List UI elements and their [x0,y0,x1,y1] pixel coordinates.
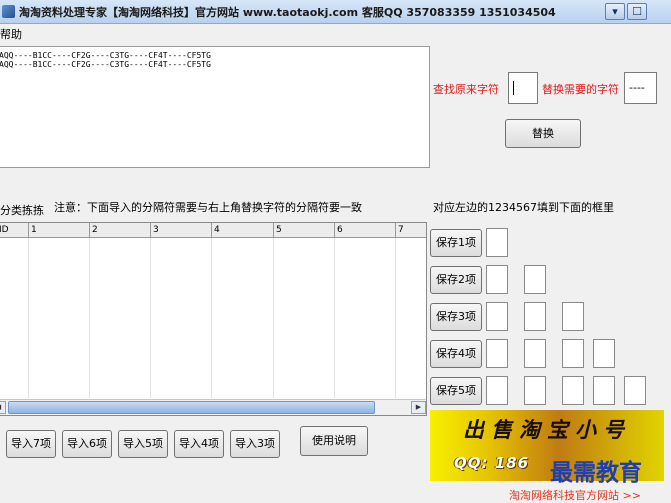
save-3-field-2[interactable] [524,302,546,331]
menu-help[interactable]: 帮助 [0,26,22,42]
grid-line [150,238,151,398]
replace-label: 替换需要的字符 [542,83,619,96]
column-header[interactable]: 6 [335,223,396,238]
import-3-button[interactable]: 导入3项 [230,430,280,458]
save-4-field-2[interactable] [524,339,546,368]
save-4-field-1[interactable] [486,339,508,368]
grid-line [273,238,274,398]
grid-line [395,238,396,398]
save-5-field-1[interactable] [486,376,508,405]
import-5-button[interactable]: 导入5项 [118,430,168,458]
title-bar: 淘淘资料处理专家【淘淘网络科技】官方网站 www.taotaokj.com 客服… [0,0,671,24]
grid-line [211,238,212,398]
app-icon [2,5,15,18]
column-header[interactable]: 3 [151,223,212,238]
column-header[interactable]: 5 [274,223,335,238]
column-header[interactable]: 1 [29,223,90,238]
find-label: 查找原来字符 [433,83,499,96]
data-grid[interactable]: ID 1 2 3 4 5 6 7 ◀ ▶ [0,222,427,416]
grid-line [28,238,29,398]
column-header[interactable]: 7 [396,223,426,238]
minimize-button[interactable]: ▾ [605,3,625,20]
import-4-button[interactable]: 导入4项 [174,430,224,458]
watermark-text: 最需教育 [550,460,642,486]
separator-note: 注意：下面导入的分隔符需要与右上角替换字符的分隔符要一致 [54,201,362,214]
banner-contact: QQ: 186 [454,454,530,472]
save-2-field-2[interactable] [524,265,546,294]
save-3-button[interactable]: 保存3项 [430,303,482,331]
scroll-thumb[interactable] [8,401,375,414]
column-header[interactable]: 2 [90,223,151,238]
scroll-right-icon[interactable]: ▶ [411,401,426,414]
save-4-field-3[interactable] [562,339,584,368]
horizontal-scrollbar[interactable]: ◀ ▶ [0,399,426,415]
save-5-field-4[interactable] [593,376,615,405]
maximize-button[interactable]: ☐ [627,3,647,20]
save-1-field-1[interactable] [486,228,508,257]
save-3-field-1[interactable] [486,302,508,331]
scroll-left-icon[interactable]: ◀ [0,401,6,414]
save-4-field-4[interactable] [593,339,615,368]
banner-title: 出售淘宝小号 [463,417,631,442]
save-5-field-5[interactable] [624,376,646,405]
grid-header: ID 1 2 3 4 5 6 7 [0,223,426,238]
find-char-input[interactable] [508,72,538,104]
import-7-button[interactable]: 导入7项 [6,430,56,458]
grid-line [89,238,90,398]
save-hint: 对应左边的1234567填到下面的框里 [433,201,614,214]
save-2-field-1[interactable] [486,265,508,294]
menu-bar: 帮助 [0,24,671,42]
save-1-button[interactable]: 保存1项 [430,229,482,257]
column-header[interactable]: ID [0,223,29,238]
data-text-area[interactable]: AQQ----B1CC----CF2G----C3TG----CF4T----C… [0,46,430,168]
window-title: 淘淘资料处理专家【淘淘网络科技】官方网站 www.taotaokj.com 客服… [19,6,556,19]
save-5-field-3[interactable] [562,376,584,405]
replace-button[interactable]: 替换 [505,119,581,148]
save-5-button[interactable]: 保存5项 [430,377,482,405]
usage-button[interactable]: 使用说明 [300,426,368,456]
category-label: 分类拣拣 [0,204,44,217]
column-header[interactable]: 4 [212,223,274,238]
import-6-button[interactable]: 导入6项 [62,430,112,458]
save-5-field-2[interactable] [524,376,546,405]
text-caret [513,81,514,95]
save-4-button[interactable]: 保存4项 [430,340,482,368]
replace-char-input[interactable]: ---- [624,72,657,104]
save-3-field-3[interactable] [562,302,584,331]
save-2-button[interactable]: 保存2项 [430,266,482,294]
grid-line [334,238,335,398]
